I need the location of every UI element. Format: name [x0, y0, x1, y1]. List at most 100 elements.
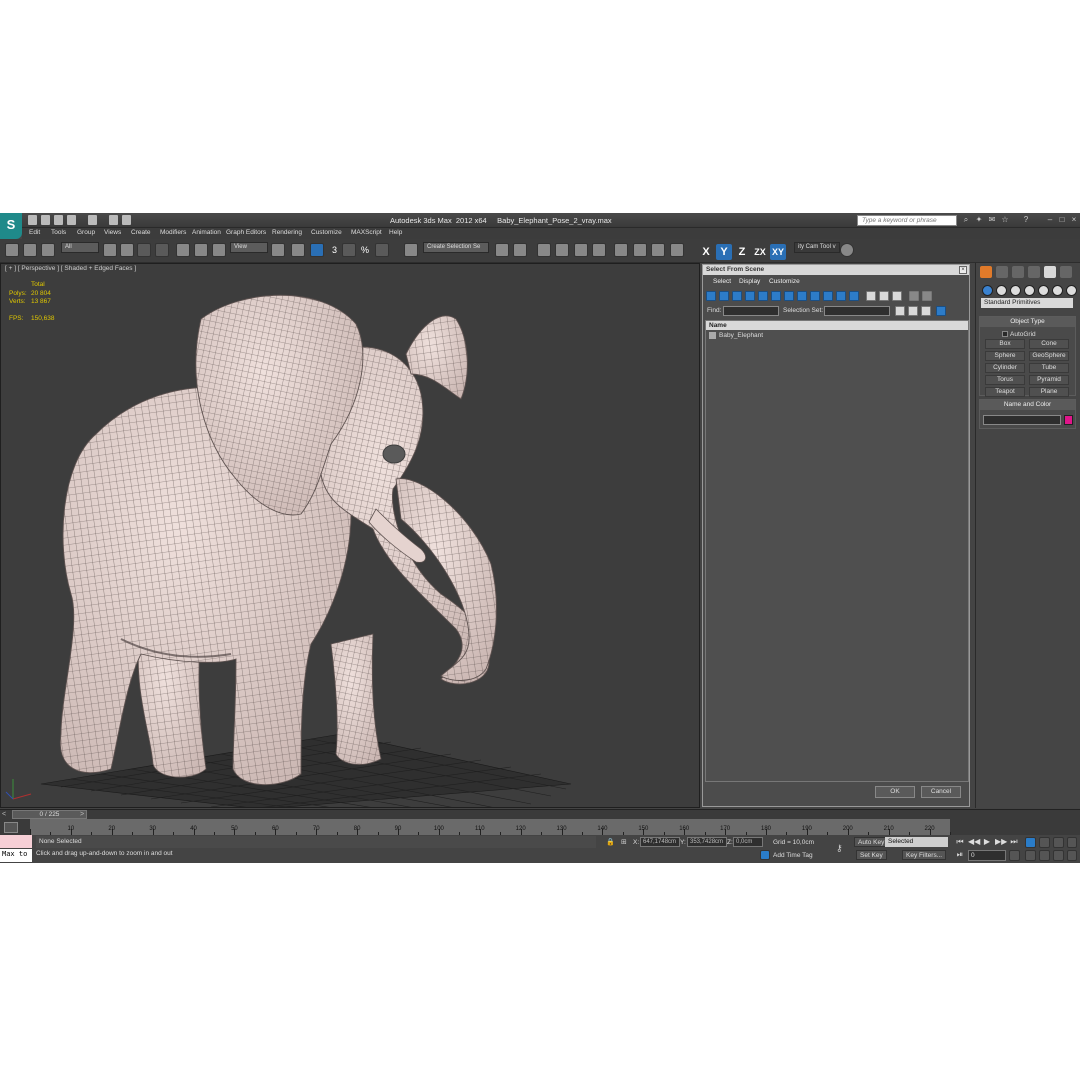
zoom-extents-all-icon[interactable] [1067, 837, 1077, 848]
percent-snap-icon[interactable]: % [361, 245, 369, 255]
snaps-toggle-icon[interactable]: 3 [332, 245, 337, 255]
track-bar[interactable]: 10 20 30 40 50 60 70 80 90 100 110 120 130 140 150 160 1… [0, 819, 1080, 835]
display-none-icon[interactable] [879, 291, 889, 301]
render-production-icon[interactable] [670, 243, 684, 257]
display-tab-icon[interactable] [1044, 266, 1056, 278]
autogrid-checkbox[interactable]: AutoGrid [1002, 331, 1036, 338]
redo-icon[interactable] [88, 215, 97, 225]
help-icon[interactable]: ? [1022, 216, 1030, 224]
tab-display[interactable]: Display [739, 278, 760, 285]
named-selection-set-dropdown[interactable]: Create Selection Se [423, 242, 489, 253]
cam-tool-icon[interactable] [840, 243, 854, 257]
axis-z-button[interactable]: Z [734, 244, 750, 260]
display-lights-icon[interactable] [732, 291, 742, 301]
time-tag-icon[interactable] [760, 850, 770, 860]
window-crossing-icon[interactable] [155, 243, 169, 257]
undo-icon[interactable] [67, 215, 76, 225]
menu-group[interactable]: Group [77, 229, 95, 236]
x-coordinate-field[interactable]: 647,1748cm [640, 837, 680, 847]
open-file-icon[interactable] [41, 215, 50, 225]
favorites-icon[interactable]: ☆ [1001, 216, 1009, 224]
track-ruler[interactable]: 10 20 30 40 50 60 70 80 90 100 110 120 130 140 150 160 1… [30, 819, 951, 835]
orbit-icon[interactable] [1053, 850, 1064, 861]
find-input[interactable] [723, 306, 779, 316]
display-frozen-icon[interactable] [836, 291, 846, 301]
geosphere-button[interactable]: GeoSphere [1029, 351, 1069, 361]
link-icon[interactable] [5, 243, 19, 257]
new-file-icon[interactable] [28, 215, 37, 225]
rotate-icon[interactable] [194, 243, 208, 257]
graphite-ribbon-icon[interactable] [555, 243, 569, 257]
select-object-icon[interactable] [103, 243, 117, 257]
set-key-button[interactable]: Set Key [856, 850, 887, 860]
display-groups-icon[interactable] [784, 291, 794, 301]
checkbox-box[interactable] [1002, 331, 1008, 338]
pyramid-button[interactable]: Pyramid [1029, 375, 1069, 385]
cone-button[interactable]: Cone [1029, 339, 1069, 349]
goto-start-icon[interactable]: ⏮ [955, 837, 965, 847]
prev-frame-icon[interactable]: ◀◀ [968, 837, 980, 847]
cylinder-button[interactable]: Cylinder [985, 363, 1025, 373]
perspective-viewport[interactable]: [ + ] [ Perspective ] [ Shaded + Edged F… [0, 263, 700, 808]
search-input[interactable]: Type a keyword or phrase [857, 215, 957, 226]
keyboard-shortcut-override-icon[interactable] [310, 243, 324, 257]
helpers-category-icon[interactable] [1038, 285, 1049, 296]
save-file-icon[interactable] [54, 215, 63, 225]
dialog-close-icon[interactable]: × [959, 266, 967, 274]
elephant-mesh[interactable] [1, 264, 700, 808]
mini-curve-editor-icon[interactable] [4, 822, 18, 833]
select-none-icon[interactable] [908, 306, 918, 316]
tab-select[interactable]: Select [713, 278, 731, 285]
maxscript-mini-listener[interactable]: Max to [0, 849, 32, 862]
geometry-category-icon[interactable] [982, 285, 993, 296]
spinner-snap-icon[interactable] [375, 243, 389, 257]
tab-customize[interactable]: Customize [769, 278, 800, 285]
utilities-tab-icon[interactable] [1060, 266, 1072, 278]
teapot-button[interactable]: Teapot [985, 387, 1025, 397]
object-type-title[interactable]: Object Type [980, 317, 1075, 327]
lights-category-icon[interactable] [1010, 285, 1021, 296]
menu-animation[interactable]: Animation [192, 229, 221, 236]
cameras-category-icon[interactable] [1024, 285, 1035, 296]
mirror-icon[interactable] [495, 243, 509, 257]
display-invert-icon[interactable] [892, 291, 902, 301]
app-logo-button[interactable]: S [0, 213, 22, 239]
zoom-icon[interactable] [1025, 837, 1036, 848]
select-by-name-icon[interactable] [120, 243, 134, 257]
column-header-name[interactable]: Name [706, 321, 968, 330]
sync-selection-icon[interactable] [936, 306, 946, 316]
modify-tab-icon[interactable] [996, 266, 1008, 278]
cancel-button[interactable]: Cancel [921, 786, 961, 798]
render-setup-icon[interactable] [633, 243, 647, 257]
close-icon[interactable]: × [1070, 216, 1078, 224]
plane-button[interactable]: Plane [1029, 387, 1069, 397]
axis-zx-button[interactable]: ZX [752, 244, 768, 260]
maximize-viewport-icon[interactable] [1067, 850, 1077, 861]
time-configuration-icon[interactable] [1009, 850, 1020, 861]
display-geometry-icon[interactable] [706, 291, 716, 301]
menu-graph-editors[interactable]: Graph Editors [226, 229, 266, 236]
object-color-swatch[interactable] [1064, 415, 1073, 425]
schematic-view-icon[interactable] [592, 243, 606, 257]
select-manipulate-icon[interactable] [291, 243, 305, 257]
menu-create[interactable]: Create [131, 229, 151, 236]
filter-options-icon[interactable] [922, 291, 932, 301]
display-spacewarps-icon[interactable] [771, 291, 781, 301]
minimize-icon[interactable]: – [1046, 216, 1054, 224]
lock-selection-icon[interactable]: 🔒 [606, 838, 615, 846]
current-frame-field[interactable]: 0 [968, 850, 1006, 861]
material-editor-icon[interactable] [614, 243, 628, 257]
display-shapes-icon[interactable] [719, 291, 729, 301]
play-icon[interactable]: ▶ [982, 837, 992, 847]
systems-category-icon[interactable] [1066, 285, 1077, 296]
selection-set-dropdown[interactable] [824, 306, 890, 316]
subscription-icon[interactable]: ✦ [975, 216, 983, 224]
hold-icon[interactable] [122, 215, 131, 225]
menu-views[interactable]: Views [104, 229, 121, 236]
menu-customize[interactable]: Customize [311, 229, 342, 236]
zoom-all-icon[interactable] [1039, 837, 1050, 848]
torus-button[interactable]: Torus [985, 375, 1025, 385]
axis-xy-button[interactable]: XY [770, 244, 786, 260]
key-mode-toggle-icon[interactable]: ⏯ [955, 850, 965, 860]
shapes-category-icon[interactable] [996, 285, 1007, 296]
